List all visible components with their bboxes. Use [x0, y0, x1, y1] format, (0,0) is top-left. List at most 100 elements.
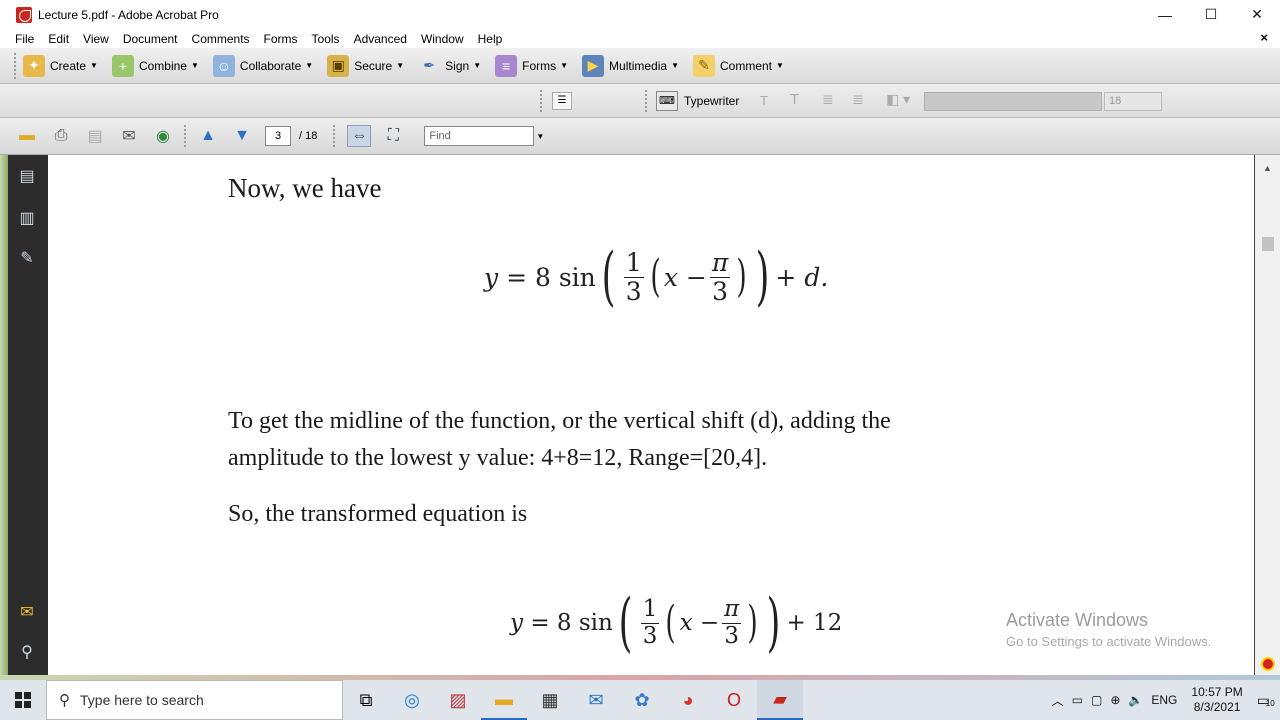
fraction: 13 — [640, 596, 660, 649]
document-view[interactable]: Now, we have y = 8 sin ( 13 ( x − π3 ) )… — [48, 155, 1254, 675]
previous-page-icon[interactable]: ▲ — [196, 125, 220, 147]
create-button[interactable]: ✦ Create ▼ — [23, 54, 98, 77]
fraction: π3 — [709, 248, 731, 306]
next-page-icon[interactable]: ▼ — [230, 125, 254, 147]
scroll-thumb[interactable] — [1262, 237, 1274, 251]
menu-edit[interactable]: Edit — [41, 32, 76, 46]
mail-icon[interactable]: ✉ — [573, 680, 619, 720]
minimize-button[interactable]: — — [1142, 0, 1188, 29]
signatures-icon[interactable]: ✎ — [16, 247, 38, 269]
language-indicator[interactable]: ENG — [1151, 693, 1177, 707]
find-dropdown-icon[interactable]: ▼ — [536, 132, 544, 141]
navigation-toolbar: ▬ ⎙ ▤ ✉ ◉ ▲ ▼ 3 / 18 ⇔ ⛶ Find ▼ — [0, 118, 1280, 155]
task-view-icon[interactable]: ⧉ — [343, 680, 389, 720]
collaborate-button[interactable]: ☺ Collaborate ▼ — [212, 54, 313, 77]
comment-button[interactable]: ✎ Comment ▼ — [692, 54, 784, 77]
dropdown-arrow-icon: ▼ — [671, 61, 679, 70]
email-icon[interactable]: ✉ — [117, 125, 141, 147]
left-paren: ( — [618, 586, 633, 660]
menu-forms[interactable]: Forms — [257, 32, 305, 46]
typewriter-icon[interactable]: ⌨ — [656, 91, 678, 111]
text-size-up-icon[interactable]: T — [790, 91, 799, 108]
scroll-up-arrow-icon[interactable]: ▲ — [1263, 163, 1272, 173]
text-color-icon[interactable]: ◧ ▾ — [886, 91, 910, 108]
right-paren: ) — [767, 586, 781, 660]
navigation-pane: ▤ ▥ ✎ ✉ ⚲ — [8, 155, 48, 675]
menu-view[interactable]: View — [76, 32, 116, 46]
file-explorer-icon[interactable]: ▬ — [481, 680, 527, 720]
activation-watermark-subtitle: Go to Settings to activate Windows. — [1006, 634, 1212, 649]
font-select[interactable] — [924, 92, 1102, 111]
acrobat-app-icon — [16, 6, 32, 23]
menu-document[interactable]: Document — [116, 32, 185, 46]
search-icon: ⚲ — [59, 692, 70, 709]
page-number-input[interactable]: 3 — [265, 126, 291, 146]
toolbar-grip[interactable] — [333, 125, 336, 147]
close-button[interactable]: ✕ — [1234, 0, 1280, 29]
network-icon[interactable]: ⊕ — [1110, 693, 1120, 707]
window-controls: — ☐ ✕ — [1142, 0, 1280, 29]
menu-tools[interactable]: Tools — [305, 32, 347, 46]
print-icon[interactable]: ⎙ — [49, 125, 73, 147]
menu-window[interactable]: Window — [414, 32, 471, 46]
store-icon[interactable]: ▦ — [527, 680, 573, 720]
fit-page-icon[interactable]: ⛶ — [381, 125, 405, 147]
chrome-icon[interactable]: ◕ — [665, 680, 711, 720]
fit-width-icon[interactable]: ⇔ — [347, 125, 372, 147]
menu-advanced[interactable]: Advanced — [347, 32, 414, 46]
sign-button[interactable]: ✒ Sign ▼ — [418, 55, 481, 77]
typewriter-label[interactable]: Typewriter — [684, 94, 739, 108]
notification-center-icon[interactable]: ▭ 10 — [1257, 692, 1275, 709]
paint-icon[interactable]: ✿ — [619, 680, 665, 720]
start-button[interactable] — [0, 680, 46, 720]
activation-watermark-title: Activate Windows — [1006, 610, 1149, 630]
toolbar-grip[interactable] — [14, 52, 17, 79]
document-close-button[interactable]: × — [1260, 30, 1268, 45]
app-icon[interactable]: ▨ — [435, 680, 481, 720]
right-paren: ) — [747, 597, 759, 648]
font-size-select[interactable]: 18 — [1104, 92, 1162, 111]
find-input[interactable]: Find — [424, 126, 535, 146]
clock[interactable]: 10:57 PM 8/3/2021 — [1191, 685, 1242, 715]
text-line: amplitude to the lowest y value: 4+8=12,… — [228, 445, 768, 471]
line-spacing-up-icon[interactable]: ≣ — [822, 91, 834, 108]
pages-icon[interactable]: ▤ — [16, 165, 38, 187]
title-bar: Lecture 5.pdf - Adobe Acrobat Pro — ☐ ✕ — [0, 0, 1280, 29]
menu-comments[interactable]: Comments — [185, 32, 257, 46]
attachments-icon[interactable]: ⚲ — [16, 641, 38, 663]
menu-help[interactable]: Help — [471, 32, 510, 46]
forms-button[interactable]: ≡ Forms ▼ — [495, 54, 568, 77]
dropdown-arrow-icon: ▼ — [473, 61, 482, 70]
toolbar-grip[interactable] — [184, 125, 187, 147]
left-paren: ( — [650, 251, 661, 302]
web-icon[interactable]: ◉ — [151, 125, 175, 147]
edge-icon[interactable]: ◎ — [389, 680, 435, 720]
acrobat-taskbar-icon[interactable]: ▰ — [757, 680, 803, 720]
meet-now-icon[interactable]: ▭ — [1072, 693, 1083, 707]
tasks-toolbar: ✦ Create ▼ + Combine ▼ ☺ Collaborate ▼ ▣ Se… — [0, 48, 1280, 84]
text-size-down-icon[interactable]: T — [760, 93, 768, 108]
bookmarks-icon[interactable]: ▥ — [16, 207, 38, 229]
multimedia-button[interactable]: ▶ Multimedia ▼ — [582, 54, 679, 77]
vertical-scrollbar[interactable]: ▲ — [1254, 155, 1280, 675]
taskbar: ⚲ Type here to search ⧉ ◎ ▨ ▬ ▦ ✉ ✿ ◕ O … — [0, 680, 1280, 720]
toolbar-grip[interactable] — [540, 90, 543, 112]
battery-icon[interactable]: ▢ — [1091, 693, 1102, 707]
volume-icon[interactable]: 🔈 — [1128, 693, 1143, 707]
typewriter-toolbar: ☰ ⌨ Typewriter T T ≣ ≣ ◧ ▾ 18 — [0, 84, 1280, 118]
line-spacing-down-icon[interactable]: ≣ — [852, 91, 864, 108]
open-folder-icon[interactable]: ▬ — [15, 125, 39, 147]
secure-button[interactable]: ▣ Secure ▼ — [327, 54, 404, 77]
tray-overflow-icon[interactable]: ︿ — [1052, 692, 1064, 709]
list-icon[interactable]: ☰ — [552, 92, 572, 110]
menu-file[interactable]: File — [8, 32, 41, 46]
maximize-button[interactable]: ☐ — [1188, 0, 1234, 29]
multimedia-icon: ▶ — [582, 54, 605, 77]
opera-icon[interactable]: O — [711, 680, 757, 720]
taskbar-search-input[interactable]: ⚲ Type here to search — [46, 680, 343, 720]
comments-icon[interactable]: ✉ — [16, 601, 38, 623]
combine-button[interactable]: + Combine ▼ — [111, 54, 199, 77]
equation-2: y = 8 sin ( 13 ( x − π3 ) ) + 12 — [510, 586, 843, 660]
save-icon[interactable]: ▤ — [83, 125, 107, 147]
toolbar-grip[interactable] — [645, 90, 648, 112]
